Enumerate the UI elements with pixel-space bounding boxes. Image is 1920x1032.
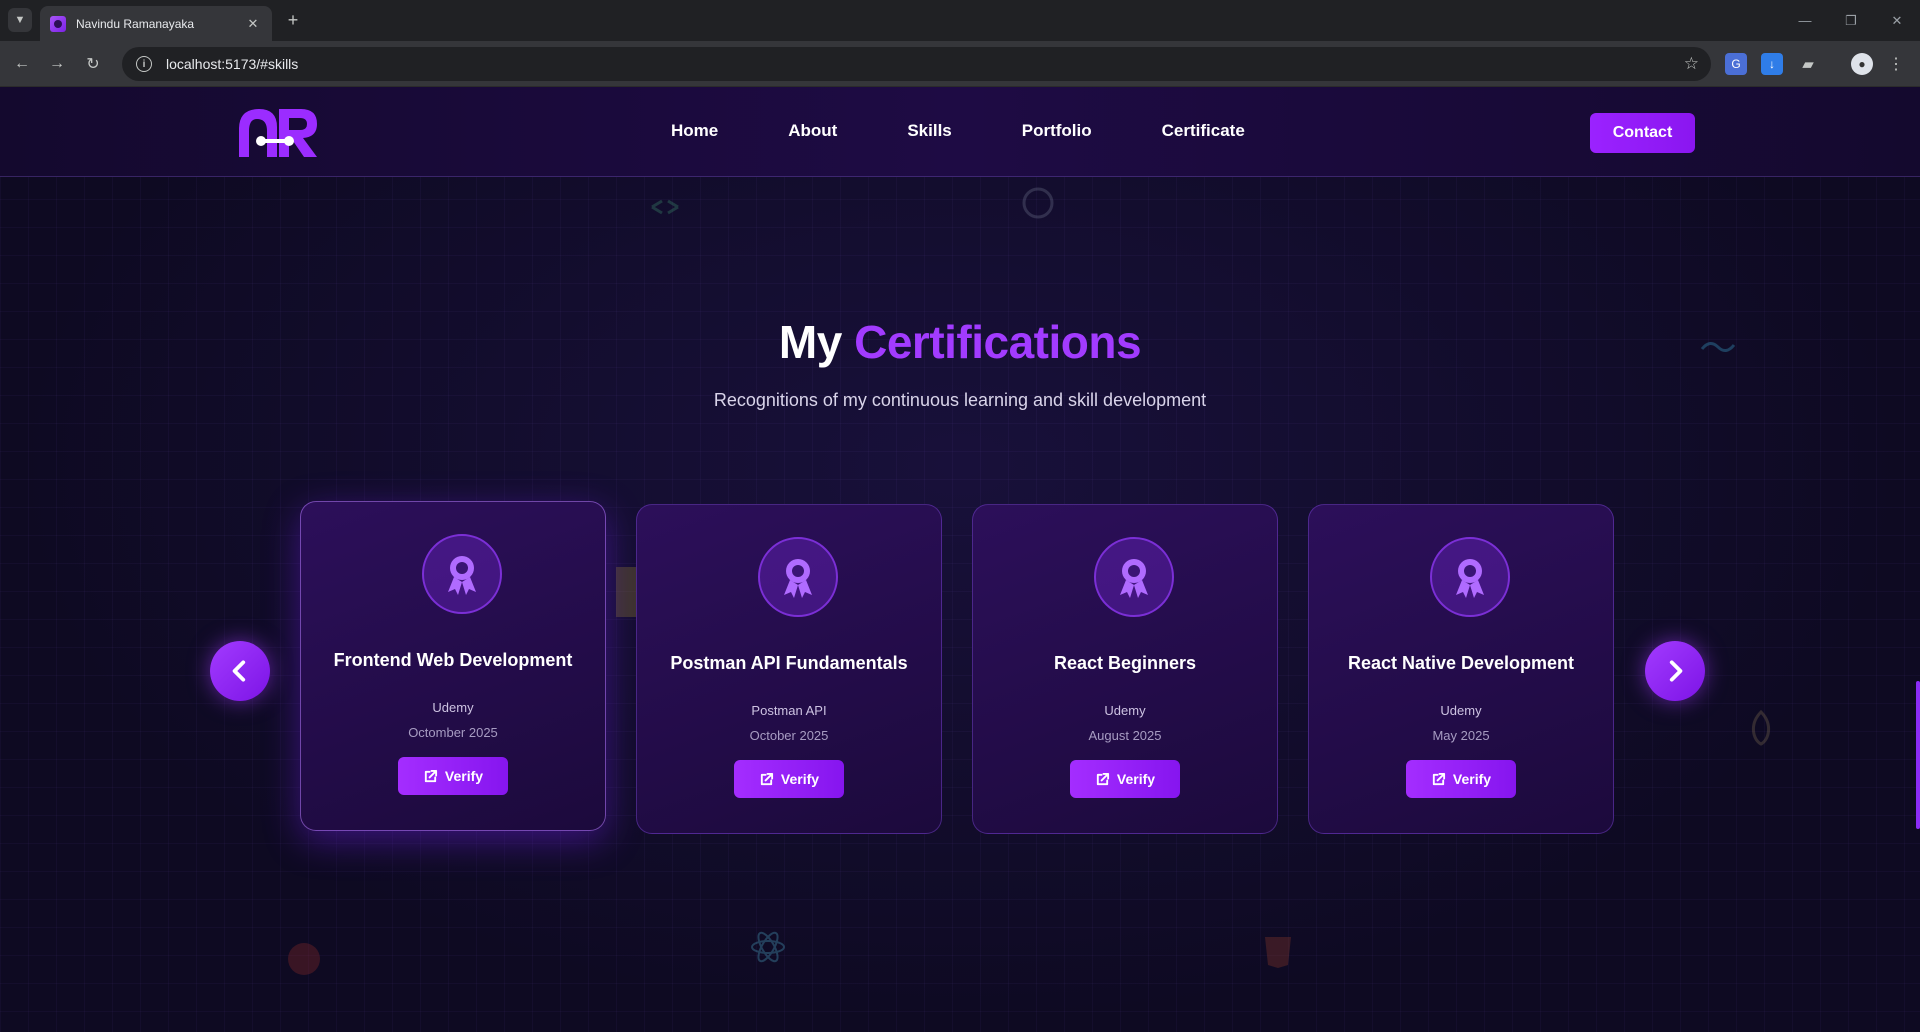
award-ribbon-icon [448, 556, 476, 595]
browser-tab[interactable]: Navindu Ramanayaka ✕ [40, 6, 272, 41]
code-icon [651, 199, 679, 215]
certificate-issuer: Udemy [432, 700, 474, 715]
profile-avatar-icon[interactable]: ● [1851, 53, 1873, 75]
browser-toolbar: ← → ↻ i localhost:5173/#skills ☆ G ↓ ▰ ●… [0, 41, 1920, 87]
certificate-card: Frontend Web Development Udemy Octomber … [300, 501, 606, 831]
browser-tab-bar: ▼ Navindu Ramanayaka ✕ + — ❐ ✕ [0, 0, 1920, 41]
restore-icon[interactable]: ❐ [1828, 0, 1874, 41]
section-subtitle: Recognitions of my continuous learning a… [713, 390, 1207, 410]
section-title-prefix: My [778, 316, 842, 368]
tab-title: Navindu Ramanayaka [76, 16, 195, 31]
certificate-badge [758, 537, 838, 617]
certificate-title: React Native Development [1347, 653, 1575, 673]
carousel-prev-button[interactable] [210, 641, 270, 701]
certificate-card: React Beginners Udemy August 2025 Verify [972, 504, 1278, 834]
certificate-date: May 2025 [1432, 728, 1490, 743]
verify-button[interactable]: Verify [398, 757, 508, 795]
url-text: localhost:5173/#skills [166, 56, 299, 72]
forward-arrow-icon[interactable]: → [46, 53, 68, 75]
verify-button[interactable]: Verify [1070, 760, 1180, 798]
certificate-badge [422, 534, 502, 614]
site-logo[interactable] [237, 107, 319, 157]
extensions-puzzle-icon[interactable]: ▰ [1797, 53, 1819, 75]
chevron-right-icon [1669, 660, 1683, 682]
page-viewport: Home About Skills Portfolio Certificate … [0, 87, 1920, 1032]
certificate-issuer: Udemy [1104, 703, 1146, 718]
window-controls: — ❐ ✕ [1782, 0, 1920, 41]
minimize-icon[interactable]: — [1782, 0, 1828, 41]
nav-link-certificate[interactable]: Certificate [1162, 121, 1245, 141]
chevron-left-icon [232, 660, 246, 682]
certificate-title: Postman API Fundamentals [670, 653, 908, 673]
new-tab-plus-icon[interactable]: + [282, 9, 304, 31]
external-link-icon [1432, 772, 1445, 785]
award-ribbon-icon [1456, 559, 1484, 598]
nav-link-about[interactable]: About [788, 121, 837, 141]
site-navbar: Home About Skills Portfolio Certificate … [0, 87, 1920, 177]
verify-button[interactable]: Verify [1406, 760, 1516, 798]
html5-icon [1265, 937, 1291, 968]
site-info-icon[interactable]: i [136, 56, 152, 72]
favicon-icon [50, 15, 66, 32]
certificate-card: Postman API Fundamentals Postman API Oct… [636, 504, 942, 834]
certificate-issuer: Postman API [751, 703, 827, 718]
swift-icon [288, 943, 320, 975]
section-title-accent: Certifications [854, 316, 1142, 368]
external-link-icon [760, 772, 773, 785]
verify-label: Verify [1116, 771, 1156, 787]
verify-button[interactable]: Verify [734, 760, 844, 798]
certificate-title: Frontend Web Development [333, 650, 573, 670]
menu-kebab-icon[interactable]: ⋮ [1885, 53, 1907, 75]
bookmark-star-icon[interactable]: ☆ [1684, 54, 1699, 74]
back-arrow-icon[interactable]: ← [11, 53, 33, 75]
github-icon [1022, 187, 1054, 219]
close-window-icon[interactable]: ✕ [1874, 0, 1920, 41]
external-link-icon [424, 769, 437, 782]
verify-label: Verify [444, 768, 484, 784]
download-extension-icon[interactable]: ↓ [1761, 53, 1783, 75]
certificate-card: React Native Development Udemy May 2025 … [1308, 504, 1614, 834]
javascript-icon [616, 567, 638, 617]
certificate-issuer: Udemy [1440, 703, 1482, 718]
award-ribbon-icon [784, 559, 812, 598]
certificate-date: August 2025 [1088, 728, 1162, 743]
certificate-badge [1094, 537, 1174, 617]
nav-link-home[interactable]: Home [671, 121, 718, 141]
verify-label: Verify [1452, 771, 1492, 787]
scrollbar-thumb[interactable] [1916, 681, 1920, 829]
tab-list-chevron-icon[interactable]: ▼ [8, 8, 32, 32]
verify-label: Verify [780, 771, 820, 787]
address-bar[interactable]: i localhost:5173/#skills ☆ [122, 47, 1711, 81]
section-title: My Certifications [0, 315, 1920, 369]
award-ribbon-icon [1120, 559, 1148, 598]
close-tab-icon[interactable]: ✕ [244, 16, 262, 32]
certificate-badge [1430, 537, 1510, 617]
certificate-title: React Beginners [1053, 653, 1197, 673]
certificate-date: Octomber 2025 [408, 725, 498, 740]
contact-button[interactable]: Contact [1590, 113, 1695, 153]
nav-link-portfolio[interactable]: Portfolio [1022, 121, 1092, 141]
carousel-next-button[interactable] [1645, 641, 1705, 701]
react-icon [751, 931, 785, 963]
external-link-icon [1096, 772, 1109, 785]
translate-extension-icon[interactable]: G [1725, 53, 1747, 75]
certificate-date: October 2025 [749, 728, 829, 743]
reload-icon[interactable]: ↻ [82, 53, 104, 75]
nav-links: Home About Skills Portfolio Certificate [671, 121, 1315, 141]
mongodb-leaf-icon [1752, 710, 1770, 746]
nav-link-skills[interactable]: Skills [907, 121, 951, 141]
